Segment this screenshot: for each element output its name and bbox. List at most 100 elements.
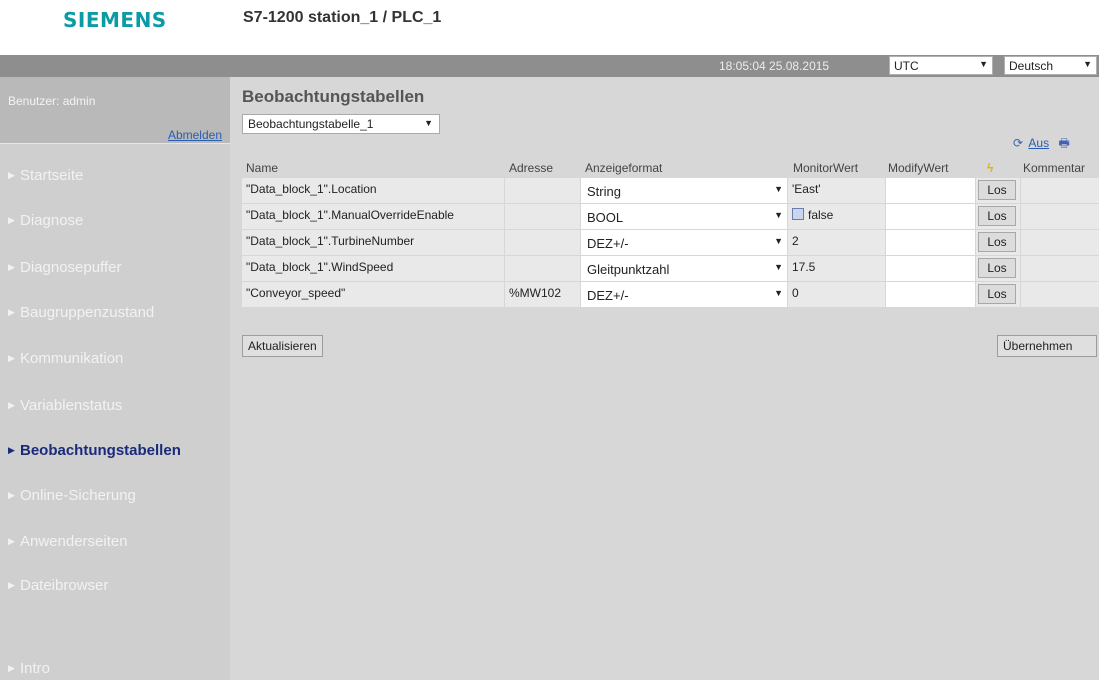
sidebar-item-baugruppenzustand[interactable]: ▶ Baugruppenzustand [0, 299, 230, 329]
cell-name: "Conveyor_speed" [242, 282, 504, 307]
page-title: Beobachtungstabellen [242, 87, 425, 106]
format-select[interactable]: String ▼ [581, 178, 787, 203]
refresh-icon[interactable]: ⟳ [1013, 136, 1023, 150]
sidebar-item-label: Anwenderseiten [20, 533, 128, 550]
los-button[interactable]: Los [978, 232, 1016, 252]
apply-button[interactable]: Übernehmen [997, 335, 1097, 357]
top-status-bar: 18:05:04 25.08.2015 UTC ▼ Deutsch ▼ [0, 55, 1099, 77]
format-select[interactable]: DEZ+/- ▼ [581, 230, 787, 255]
chevron-down-icon: ▼ [424, 118, 433, 128]
cell-comment [1021, 178, 1099, 203]
table-row: "Data_block_1".WindSpeed Gleitpunktzahl … [242, 256, 1099, 282]
modify-value-input[interactable] [886, 178, 975, 203]
los-button[interactable]: Los [978, 284, 1016, 304]
cell-name: "Data_block_1".ManualOverrideEnable [242, 204, 504, 229]
modify-value-input[interactable] [886, 230, 975, 255]
auto-refresh-control: ⟳ Aus 🖶 [1013, 134, 1070, 155]
los-button[interactable]: Los [978, 206, 1016, 226]
los-button[interactable]: Los [978, 180, 1016, 200]
sidebar-item-online-sicherung[interactable]: ▶ Online-Sicherung [0, 482, 230, 512]
format-value: DEZ+/- [587, 236, 629, 251]
format-select[interactable]: BOOL ▼ [581, 204, 787, 229]
language-select[interactable]: Deutsch ▼ [1004, 56, 1097, 75]
chevron-down-icon: ▼ [774, 184, 783, 194]
sidebar-item-dateibrowser[interactable]: ▶ Dateibrowser [0, 572, 230, 602]
sidebar-item-label: Baugruppenzustand [20, 304, 155, 321]
cell-trigger: Los [976, 282, 1020, 307]
chevron-down-icon: ▼ [774, 210, 783, 220]
timezone-select[interactable]: UTC ▼ [889, 56, 993, 75]
cell-monitor: false [788, 204, 885, 229]
sidebar-item-label: Online-Sicherung [20, 487, 136, 504]
cell-name: "Data_block_1".TurbineNumber [242, 230, 504, 255]
sidebar-item-kommunikation[interactable]: ▶ Kommunikation [0, 345, 230, 375]
sidebar: Benutzer: admin Abmelden ▶ Startseite ▶ … [0, 77, 230, 680]
cell-comment [1021, 256, 1099, 281]
checkbox-icon [792, 208, 804, 220]
los-button[interactable]: Los [978, 258, 1016, 278]
print-icon[interactable]: 🖶 [1058, 136, 1069, 150]
chevron-down-icon: ▼ [1083, 59, 1092, 69]
timezone-value: UTC [894, 59, 919, 73]
datetime-display: 18:05:04 25.08.2015 [719, 59, 830, 73]
sidebar-item-label: Dateibrowser [20, 577, 109, 594]
cell-trigger: Los [976, 230, 1020, 255]
sidebar-item-beobachtungstabellen[interactable]: ▶ Beobachtungstabellen [0, 437, 230, 467]
siemens-logo: SIEMENS [63, 8, 167, 32]
format-select[interactable]: DEZ+/- ▼ [581, 282, 787, 307]
cell-address: %MW102 [505, 282, 580, 307]
cell-name: "Data_block_1".Location [242, 178, 504, 203]
monitor-value: false [808, 208, 834, 222]
format-value: DEZ+/- [587, 288, 629, 303]
user-label: Benutzer: admin [8, 94, 96, 108]
table-row: "Data_block_1".Location String ▼ 'East' … [242, 178, 1099, 204]
cell-address [505, 230, 580, 255]
cell-comment [1021, 230, 1099, 255]
cell-trigger: Los [976, 204, 1020, 229]
language-value: Deutsch [1009, 59, 1054, 73]
modify-value-input[interactable] [886, 282, 975, 307]
format-value: Gleitpunktzahl [587, 262, 670, 277]
update-button[interactable]: Aktualisieren [242, 335, 323, 357]
format-value: String [587, 184, 621, 199]
sidebar-item-label: Diagnosepuffer [20, 259, 122, 276]
chevron-right-icon: ▶ [8, 490, 15, 500]
chevron-right-icon: ▶ [8, 170, 15, 180]
cell-trigger: Los [976, 178, 1020, 203]
sidebar-item-diagnose[interactable]: ▶ Diagnose [0, 207, 230, 237]
sidebar-item-variablenstatus[interactable]: ▶ Variablenstatus [0, 392, 230, 422]
station-title: S7-1200 station_1 / PLC_1 [243, 9, 442, 26]
col-header-modify: ModifyWert [888, 161, 949, 175]
sidebar-item-intro[interactable]: ▶ Intro [0, 655, 230, 685]
sidebar-item-label: Diagnose [20, 212, 84, 229]
logout-link[interactable]: Abmelden [168, 128, 222, 142]
sidebar-item-label: Variablenstatus [20, 397, 123, 414]
chevron-right-icon: ▶ [8, 580, 15, 590]
cell-monitor: 0 [788, 282, 885, 307]
chevron-right-icon: ▶ [8, 536, 15, 546]
table-row: "Data_block_1".TurbineNumber DEZ+/- ▼ 2 … [242, 230, 1099, 256]
sidebar-item-label: Startseite [20, 167, 84, 184]
sidebar-item-diagnosepuffer[interactable]: ▶ Diagnosepuffer [0, 254, 230, 284]
chevron-right-icon: ▶ [8, 353, 15, 363]
modify-value-input[interactable] [886, 256, 975, 281]
chevron-right-icon: ▶ [8, 262, 15, 272]
cell-address [505, 204, 580, 229]
chevron-right-icon: ▶ [8, 663, 15, 673]
cell-monitor: 17.5 [788, 256, 885, 281]
user-box: Benutzer: admin Abmelden [0, 77, 230, 144]
cell-trigger: Los [976, 256, 1020, 281]
col-header-format: Anzeigeformat [585, 161, 663, 175]
format-select[interactable]: Gleitpunktzahl ▼ [581, 256, 787, 281]
auto-refresh-toggle[interactable]: Aus [1028, 136, 1049, 150]
sidebar-item-anwenderseiten[interactable]: ▶ Anwenderseiten [0, 528, 230, 558]
sidebar-item-label: Kommunikation [20, 350, 124, 367]
sidebar-item-startseite[interactable]: ▶ Startseite [0, 162, 230, 192]
cell-monitor: 'East' [788, 178, 885, 203]
chevron-right-icon: ▶ [8, 445, 15, 455]
main-content: Beobachtungstabellen Beobachtungstabelle… [230, 77, 1099, 680]
cell-comment [1021, 282, 1099, 307]
sidebar-item-label: Intro [20, 660, 51, 677]
watch-table-select[interactable]: Beobachtungstabelle_1 ▼ [242, 114, 440, 134]
modify-value-input[interactable] [886, 204, 975, 229]
